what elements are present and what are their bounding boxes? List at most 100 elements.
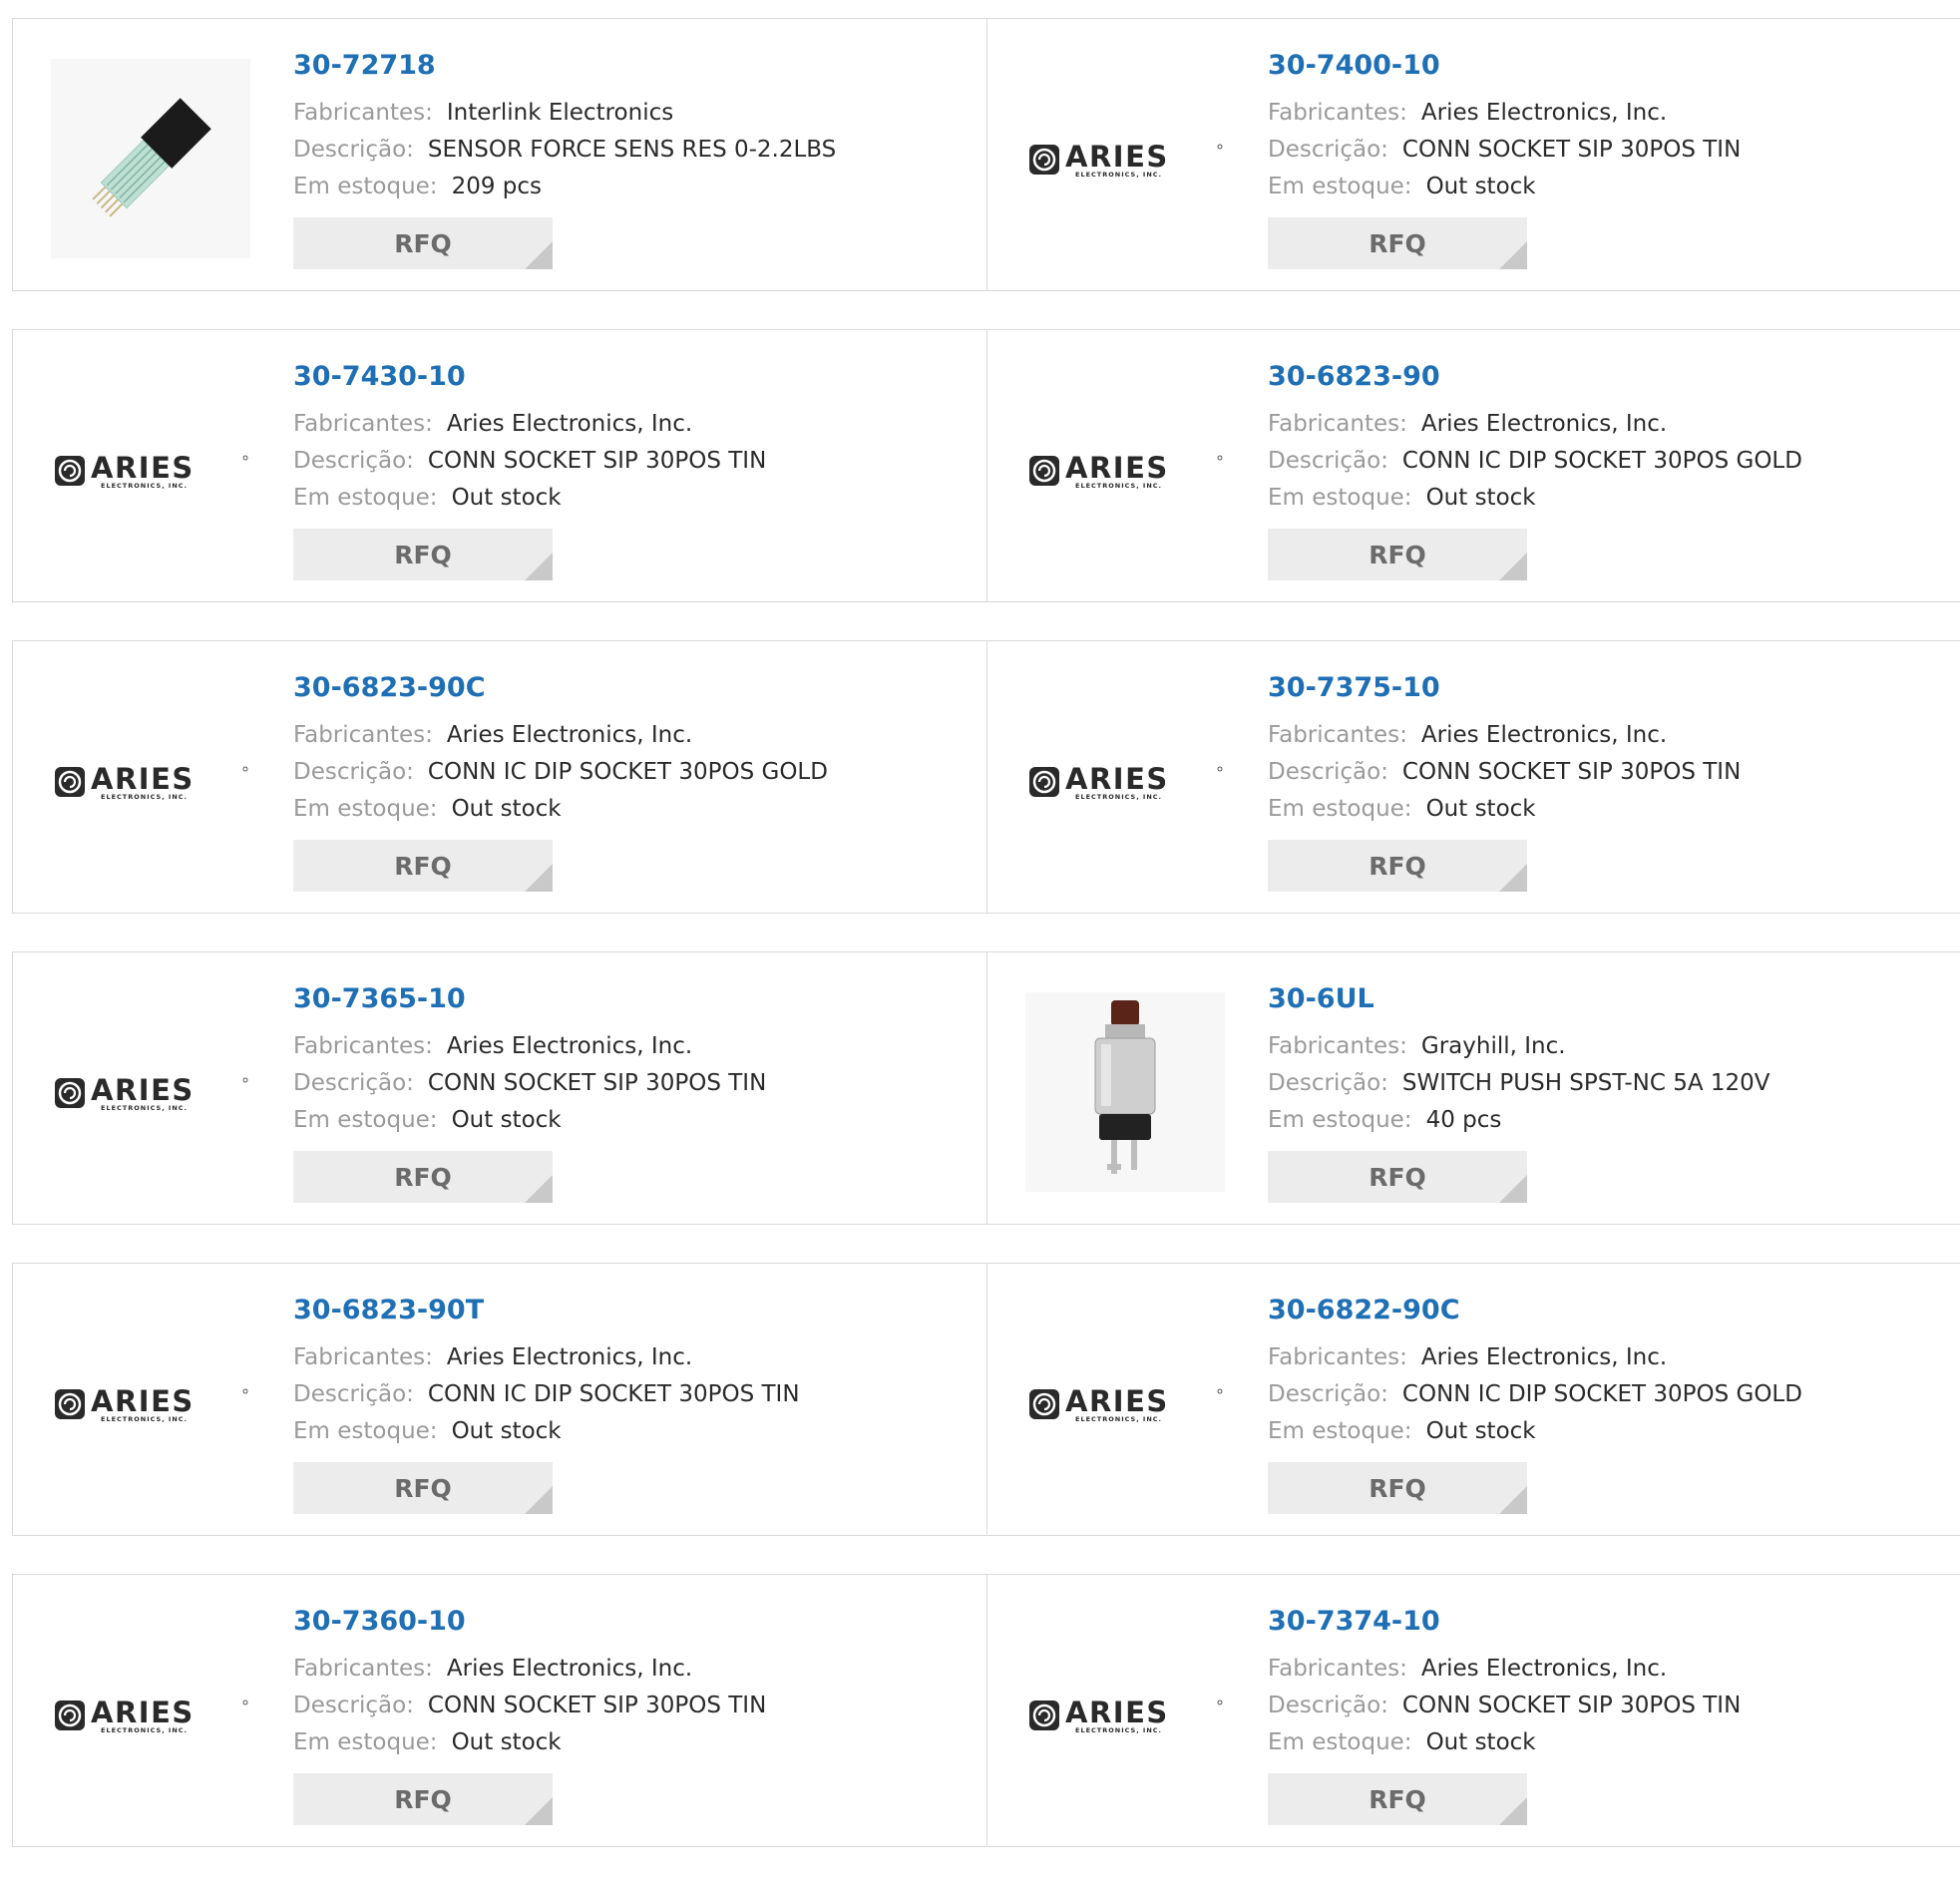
product-info: 30-72718 Fabricantes: Interlink Electronic… xyxy=(293,47,836,269)
manufacturer-field: Fabricantes: Aries Electronics, Inc. xyxy=(293,1028,766,1065)
manufacturer-label: Fabricantes: xyxy=(1268,411,1407,437)
product-card: 30-72718 Fabricantes: Interlink Electronic… xyxy=(13,19,986,290)
description-label: Descrição: xyxy=(1268,448,1388,474)
stock-field: Em estoque: Out stock xyxy=(293,791,828,828)
product-row: 30-72718 Fabricantes: Interlink Electronic… xyxy=(12,18,1960,291)
product-card: ARIES ELECTRONICS, INC. 30-6823-90T Fabri… xyxy=(13,1264,986,1535)
rfq-button[interactable]: RFQ xyxy=(293,840,553,892)
rfq-button[interactable]: RFQ xyxy=(1268,529,1527,580)
stock-value: Out stock xyxy=(1425,1418,1536,1444)
stock-label: Em estoque: xyxy=(293,485,438,511)
manufacturer-field: Fabricantes: Aries Electronics, Inc. xyxy=(1268,406,1802,443)
manufacturer-value: Interlink Electronics xyxy=(446,100,674,126)
product-image[interactable]: ARIES ELECTRONICS, INC. xyxy=(1025,370,1225,569)
manufacturer-field: Fabricantes: Aries Electronics, Inc. xyxy=(293,1651,766,1688)
rfq-label: RFQ xyxy=(1369,851,1426,881)
product-image[interactable]: ARIES ELECTRONICS, INC. xyxy=(1025,59,1225,258)
manufacturer-value: Aries Electronics, Inc. xyxy=(1420,722,1668,748)
part-number-link[interactable]: 30-6UL xyxy=(1268,980,1770,1018)
product-image[interactable]: ARIES ELECTRONICS, INC. xyxy=(1025,1615,1225,1814)
rfq-button[interactable]: RFQ xyxy=(1268,1151,1527,1203)
rfq-button[interactable]: RFQ xyxy=(293,529,553,580)
part-number-link[interactable]: 30-7430-10 xyxy=(293,358,766,396)
corner-triangle-icon xyxy=(525,241,553,269)
corner-triangle-icon xyxy=(525,1797,553,1825)
stock-label: Em estoque: xyxy=(293,1729,438,1755)
svg-text:ARIES: ARIES xyxy=(1065,140,1169,174)
svg-text:ELECTRONICS, INC.: ELECTRONICS, INC. xyxy=(101,1415,188,1423)
manufacturer-value: Aries Electronics, Inc. xyxy=(1420,1344,1668,1370)
product-image[interactable] xyxy=(1025,992,1225,1192)
stock-value: Out stock xyxy=(451,796,562,822)
stock-field: Em estoque: Out stock xyxy=(1268,1413,1802,1450)
part-number-link[interactable]: 30-6822-90C xyxy=(1268,1292,1802,1329)
product-image[interactable]: ARIES ELECTRONICS, INC. xyxy=(51,992,250,1192)
aries-logo-icon: ARIES ELECTRONICS, INC. xyxy=(55,1696,248,1734)
rfq-label: RFQ xyxy=(1369,228,1426,258)
rfq-button[interactable]: RFQ xyxy=(293,1462,553,1514)
rfq-button[interactable]: RFQ xyxy=(1268,1773,1527,1825)
part-number-link[interactable]: 30-6823-90 xyxy=(1268,358,1802,396)
rfq-button[interactable]: RFQ xyxy=(1268,217,1527,269)
aries-logo-icon: ARIES ELECTRONICS, INC. xyxy=(1029,451,1223,490)
product-row: ARIES ELECTRONICS, INC. 30-7360-10 Fabric… xyxy=(12,1574,1960,1847)
manufacturer-field: Fabricantes: Aries Electronics, Inc. xyxy=(293,406,766,443)
product-image[interactable]: ARIES ELECTRONICS, INC. xyxy=(1025,681,1225,881)
product-image[interactable]: ARIES ELECTRONICS, INC. xyxy=(51,1615,250,1814)
rfq-button[interactable]: RFQ xyxy=(293,1773,553,1825)
product-image[interactable] xyxy=(51,59,250,258)
svg-text:ELECTRONICS, INC.: ELECTRONICS, INC. xyxy=(1075,1726,1162,1734)
stock-field: Em estoque: 40 pcs xyxy=(1268,1102,1770,1139)
svg-text:ELECTRONICS, INC.: ELECTRONICS, INC. xyxy=(101,793,188,801)
aries-logo-icon: ARIES ELECTRONICS, INC. xyxy=(1029,1384,1223,1423)
product-row: ARIES ELECTRONICS, INC. 30-6823-90C Fabri… xyxy=(12,640,1960,914)
product-card: 30-6UL Fabricantes: Grayhill, Inc. Descriçã… xyxy=(986,952,1960,1224)
product-info: 30-7374-10 Fabricantes: Aries Electronics,… xyxy=(1268,1603,1741,1825)
product-info: 30-6823-90T Fabricantes: Aries Electronics… xyxy=(293,1292,800,1514)
part-number-link[interactable]: 30-6823-90C xyxy=(293,669,828,707)
part-number-link[interactable]: 30-72718 xyxy=(293,47,836,85)
stock-value: Out stock xyxy=(1425,174,1536,199)
part-number-link[interactable]: 30-7375-10 xyxy=(1268,669,1741,707)
corner-triangle-icon xyxy=(1499,1486,1527,1514)
rfq-label: RFQ xyxy=(394,228,452,258)
manufacturer-field: Fabricantes: Aries Electronics, Inc. xyxy=(293,717,828,754)
corner-triangle-icon xyxy=(1499,241,1527,269)
part-number-link[interactable]: 30-7360-10 xyxy=(293,1603,766,1641)
rfq-button[interactable]: RFQ xyxy=(1268,840,1527,892)
manufacturer-value: Aries Electronics, Inc. xyxy=(1420,100,1668,126)
rfq-button[interactable]: RFQ xyxy=(1268,1462,1527,1514)
stock-value: Out stock xyxy=(451,1418,562,1444)
svg-text:ARIES: ARIES xyxy=(91,451,195,485)
manufacturer-label: Fabricantes: xyxy=(1268,1344,1407,1370)
corner-triangle-icon xyxy=(1499,553,1527,580)
product-image[interactable]: ARIES ELECTRONICS, INC. xyxy=(51,681,250,881)
description-label: Descrição: xyxy=(1268,759,1388,785)
description-value: CONN SOCKET SIP 30POS TIN xyxy=(427,448,767,474)
manufacturer-field: Fabricantes: Aries Electronics, Inc. xyxy=(293,1339,800,1376)
description-label: Descrição: xyxy=(1268,1381,1388,1407)
description-label: Descrição: xyxy=(293,1070,414,1096)
svg-text:ARIES: ARIES xyxy=(91,762,195,796)
stock-value: Out stock xyxy=(451,1107,562,1133)
part-number-link[interactable]: 30-7400-10 xyxy=(1268,47,1741,85)
rfq-button[interactable]: RFQ xyxy=(293,217,553,269)
corner-triangle-icon xyxy=(525,1486,553,1514)
part-number-link[interactable]: 30-7365-10 xyxy=(293,980,766,1018)
description-field: Descrição: CONN SOCKET SIP 30POS TIN xyxy=(293,1688,766,1724)
stock-label: Em estoque: xyxy=(1268,1729,1412,1755)
stock-field: Em estoque: Out stock xyxy=(293,1724,766,1761)
stock-label: Em estoque: xyxy=(1268,796,1412,822)
description-label: Descrição: xyxy=(1268,1070,1388,1096)
rfq-button[interactable]: RFQ xyxy=(293,1151,553,1203)
svg-text:ELECTRONICS, INC.: ELECTRONICS, INC. xyxy=(1075,793,1162,801)
product-image[interactable]: ARIES ELECTRONICS, INC. xyxy=(1025,1304,1225,1503)
description-value: CONN IC DIP SOCKET 30POS GOLD xyxy=(1401,1381,1802,1407)
product-image[interactable]: ARIES ELECTRONICS, INC. xyxy=(51,370,250,569)
svg-text:ARIES: ARIES xyxy=(91,1384,195,1418)
part-number-link[interactable]: 30-7374-10 xyxy=(1268,1603,1741,1641)
aries-logo-icon: ARIES ELECTRONICS, INC. xyxy=(1029,1696,1223,1734)
svg-text:ARIES: ARIES xyxy=(1065,1696,1169,1729)
product-image[interactable]: ARIES ELECTRONICS, INC. xyxy=(51,1304,250,1503)
part-number-link[interactable]: 30-6823-90T xyxy=(293,1292,800,1329)
